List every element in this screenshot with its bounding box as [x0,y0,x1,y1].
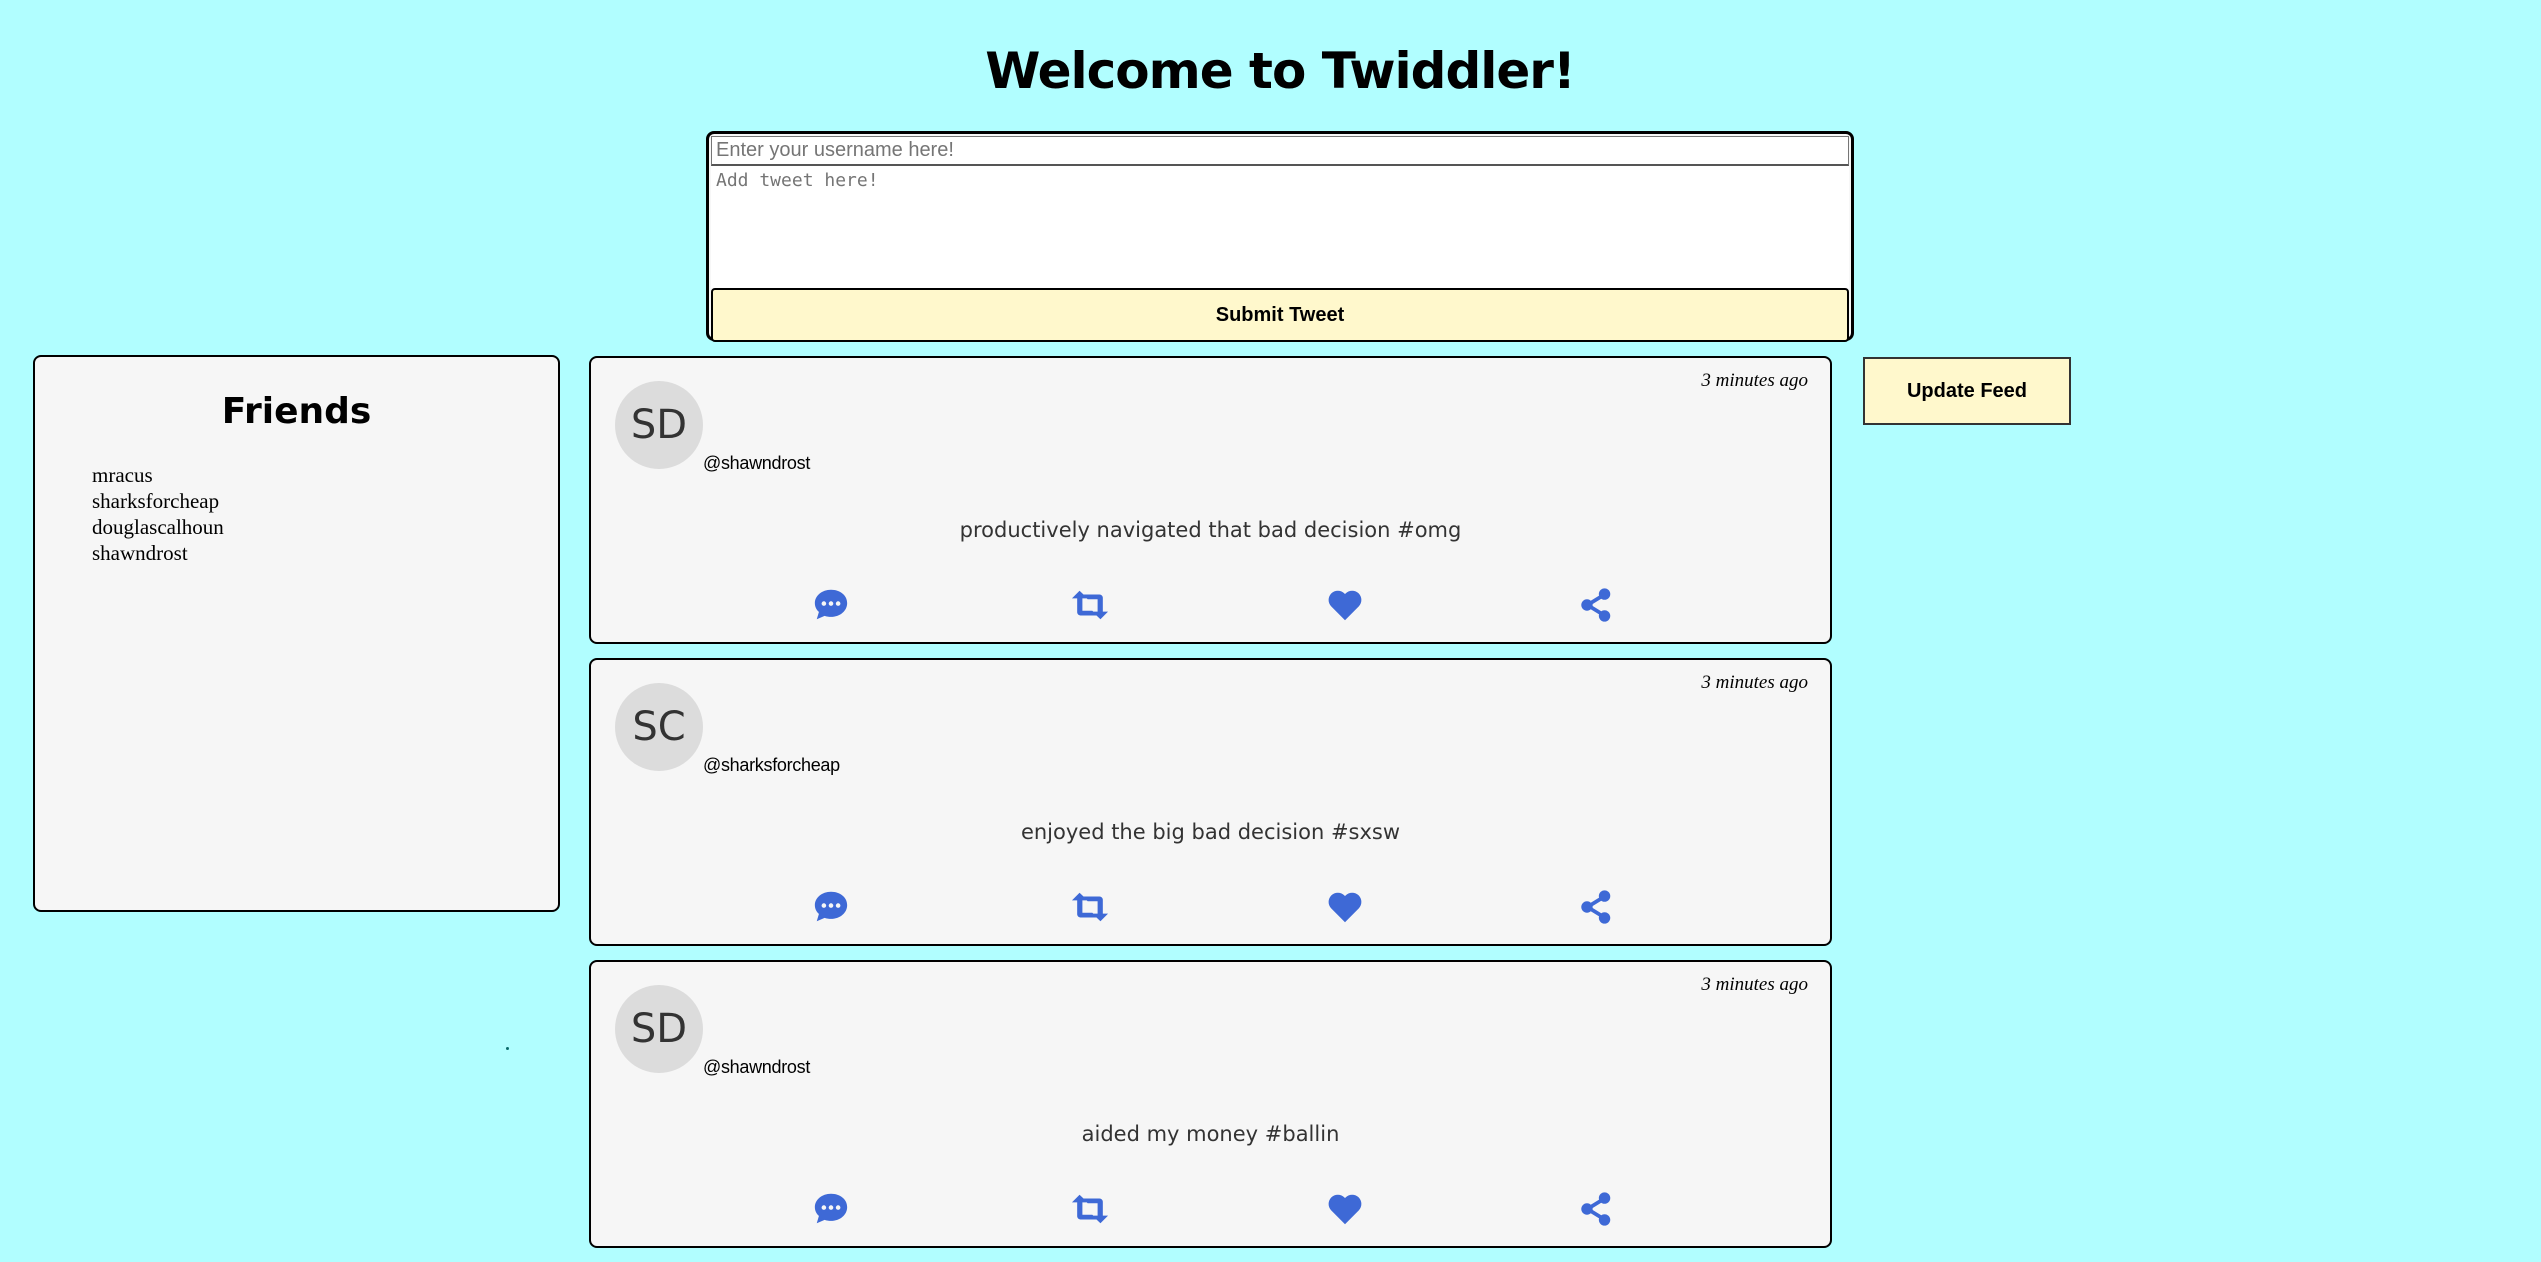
retweet-icon[interactable] [1068,586,1112,624]
tweet-timestamp: 3 minutes ago [1701,672,1808,693]
friend-item[interactable]: douglascalhoun [92,514,224,540]
friends-panel: Friends mracus sharksforcheap douglascal… [33,355,560,912]
tweet-message: productively navigated that bad decision… [959,518,1462,542]
page-title: Welcome to Twiddler! [985,42,1576,100]
tweet-textarea[interactable] [711,166,1849,288]
friends-list: mracus sharksforcheap douglascalhoun sha… [92,462,224,566]
tweet-card: SC @sharksforcheap 3 minutes ago enjoyed… [589,658,1832,946]
heart-icon[interactable] [1326,1190,1364,1228]
tweet-username[interactable]: @sharksforcheap [703,755,840,776]
tweet-card: SD @shawndrost 3 minutes ago aided my mo… [589,960,1832,1248]
comment-dots-icon[interactable] [812,888,850,926]
tweet-actions [591,888,1830,928]
retweet-icon[interactable] [1068,1190,1112,1228]
tweet-actions [591,1190,1830,1230]
comment-dots-icon[interactable] [812,586,850,624]
tweet-message: aided my money #ballin [1081,1122,1340,1146]
compose-tweet-form: Submit Tweet [706,131,1854,342]
share-icon[interactable] [1577,1190,1615,1228]
username-input[interactable] [711,136,1849,166]
stray-dot [506,1047,509,1050]
tweet-feed: SD @shawndrost 3 minutes ago productivel… [589,356,1832,1262]
share-icon[interactable] [1577,586,1615,624]
comment-dots-icon[interactable] [812,1190,850,1228]
tweet-actions [591,586,1830,626]
tweet-card: SD @shawndrost 3 minutes ago productivel… [589,356,1832,644]
friend-item[interactable]: sharksforcheap [92,488,224,514]
heart-icon[interactable] [1326,888,1364,926]
friend-item[interactable]: mracus [92,462,224,488]
retweet-icon[interactable] [1068,888,1112,926]
heart-icon[interactable] [1326,586,1364,624]
friend-item[interactable]: shawndrost [92,540,224,566]
friends-title: Friends [221,391,372,432]
tweet-timestamp: 3 minutes ago [1701,974,1808,995]
update-feed-button[interactable]: Update Feed [1863,357,2071,425]
tweet-timestamp: 3 minutes ago [1701,370,1808,391]
tweet-username[interactable]: @shawndrost [703,453,810,474]
tweet-username[interactable]: @shawndrost [703,1057,810,1078]
avatar: SC [615,683,703,771]
avatar: SD [615,381,703,469]
share-icon[interactable] [1577,888,1615,926]
submit-tweet-button[interactable]: Submit Tweet [711,288,1849,342]
avatar: SD [615,985,703,1073]
tweet-message: enjoyed the big bad decision #sxsw [1020,820,1401,844]
